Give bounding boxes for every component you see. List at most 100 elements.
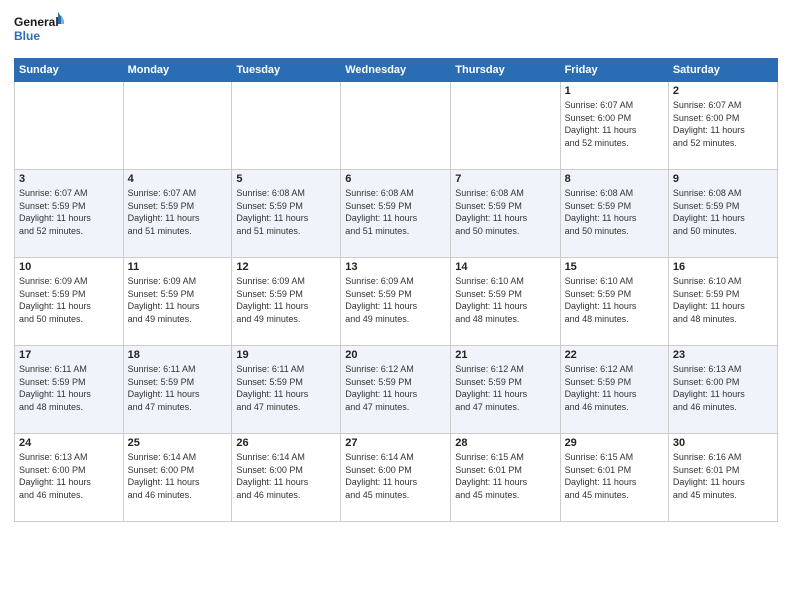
calendar-cell: 17 Sunrise: 6:11 AM Sunset: 5:59 PM Dayli… (15, 346, 124, 434)
calendar-cell: 30Sunrise: 6:16 AM Sunset: 6:01 PM Dayli… (668, 434, 777, 522)
logo-svg: General Blue (14, 10, 64, 50)
weekday-header-saturday: Saturday (668, 59, 777, 82)
day-info: Sunrise: 6:07 AM Sunset: 6:00 PM Dayligh… (673, 99, 773, 149)
day-info: Sunrise: 6:11 AM Sunset: 5:59 PM Dayligh… (19, 363, 119, 413)
day-info: Sunrise: 6:11 AM Sunset: 5:59 PM Dayligh… (236, 363, 336, 413)
weekday-header-thursday: Thursday (451, 59, 560, 82)
day-number: 25 (128, 437, 228, 449)
calendar-cell: 16Sunrise: 6:10 AM Sunset: 5:59 PM Dayli… (668, 258, 777, 346)
day-info: Sunrise: 6:12 AM Sunset: 5:59 PM Dayligh… (345, 363, 446, 413)
day-info: Sunrise: 6:08 AM Sunset: 5:59 PM Dayligh… (455, 187, 555, 237)
day-info: Sunrise: 6:15 AM Sunset: 6:01 PM Dayligh… (455, 451, 555, 501)
calendar-cell (123, 82, 232, 170)
day-info: Sunrise: 6:10 AM Sunset: 5:59 PM Dayligh… (455, 275, 555, 325)
weekday-header-wednesday: Wednesday (341, 59, 451, 82)
day-number: 21 (455, 349, 555, 361)
weekday-header-friday: Friday (560, 59, 668, 82)
calendar-cell (232, 82, 341, 170)
calendar-cell: 28 Sunrise: 6:15 AM Sunset: 6:01 PM Dayli… (451, 434, 560, 522)
day-info: Sunrise: 6:14 AM Sunset: 6:00 PM Dayligh… (345, 451, 446, 501)
calendar-cell: 15Sunrise: 6:10 AM Sunset: 5:59 PM Dayli… (560, 258, 668, 346)
header: General Blue (14, 10, 778, 50)
calendar-cell (341, 82, 451, 170)
week-row-3: 10 Sunrise: 6:09 AM Sunset: 5:59 PM Dayli… (15, 258, 778, 346)
svg-text:General: General (14, 15, 59, 29)
day-info: Sunrise: 6:12 AM Sunset: 5:59 PM Dayligh… (455, 363, 555, 413)
calendar-cell: 6 Sunrise: 6:08 AM Sunset: 5:59 PM Daylig… (341, 170, 451, 258)
calendar-cell: 1Sunrise: 6:07 AM Sunset: 6:00 PM Daylig… (560, 82, 668, 170)
calendar-cell: 29 Sunrise: 6:15 AM Sunset: 6:01 PM Dayli… (560, 434, 668, 522)
calendar-cell: 13Sunrise: 6:09 AM Sunset: 5:59 PM Dayli… (341, 258, 451, 346)
calendar-cell: 4 Sunrise: 6:07 AM Sunset: 5:59 PM Daylig… (123, 170, 232, 258)
calendar-cell: 14 Sunrise: 6:10 AM Sunset: 5:59 PM Dayli… (451, 258, 560, 346)
calendar-cell: 18 Sunrise: 6:11 AM Sunset: 5:59 PM Dayli… (123, 346, 232, 434)
calendar-cell: 19 Sunrise: 6:11 AM Sunset: 5:59 PM Dayli… (232, 346, 341, 434)
calendar-cell: 7 Sunrise: 6:08 AM Sunset: 5:59 PM Daylig… (451, 170, 560, 258)
calendar-cell: 12 Sunrise: 6:09 AM Sunset: 5:59 PM Dayli… (232, 258, 341, 346)
calendar-cell: 5Sunrise: 6:08 AM Sunset: 5:59 PM Daylig… (232, 170, 341, 258)
day-number: 27 (345, 437, 446, 449)
day-number: 4 (128, 173, 228, 185)
week-row-4: 17 Sunrise: 6:11 AM Sunset: 5:59 PM Dayli… (15, 346, 778, 434)
calendar-cell: 23 Sunrise: 6:13 AM Sunset: 6:00 PM Dayli… (668, 346, 777, 434)
day-info: Sunrise: 6:11 AM Sunset: 5:59 PM Dayligh… (128, 363, 228, 413)
day-number: 1 (565, 85, 664, 97)
day-number: 11 (128, 261, 228, 273)
day-number: 29 (565, 437, 664, 449)
day-number: 18 (128, 349, 228, 361)
day-number: 13 (345, 261, 446, 273)
day-number: 16 (673, 261, 773, 273)
page: General Blue SundayMondayTuesdayWednesda… (0, 0, 792, 612)
calendar-cell: 2 Sunrise: 6:07 AM Sunset: 6:00 PM Daylig… (668, 82, 777, 170)
weekday-header-monday: Monday (123, 59, 232, 82)
day-info: Sunrise: 6:07 AM Sunset: 5:59 PM Dayligh… (128, 187, 228, 237)
day-number: 28 (455, 437, 555, 449)
calendar-cell: 9Sunrise: 6:08 AM Sunset: 5:59 PM Daylig… (668, 170, 777, 258)
day-number: 10 (19, 261, 119, 273)
day-number: 5 (236, 173, 336, 185)
weekday-header-sunday: Sunday (15, 59, 124, 82)
calendar-cell: 3 Sunrise: 6:07 AM Sunset: 5:59 PM Daylig… (15, 170, 124, 258)
day-info: Sunrise: 6:14 AM Sunset: 6:00 PM Dayligh… (128, 451, 228, 501)
day-number: 23 (673, 349, 773, 361)
day-number: 7 (455, 173, 555, 185)
day-info: Sunrise: 6:08 AM Sunset: 5:59 PM Dayligh… (673, 187, 773, 237)
day-number: 6 (345, 173, 446, 185)
day-number: 15 (565, 261, 664, 273)
day-info: Sunrise: 6:08 AM Sunset: 5:59 PM Dayligh… (345, 187, 446, 237)
calendar-cell: 26 Sunrise: 6:14 AM Sunset: 6:00 PM Dayli… (232, 434, 341, 522)
day-info: Sunrise: 6:09 AM Sunset: 5:59 PM Dayligh… (19, 275, 119, 325)
day-number: 30 (673, 437, 773, 449)
day-info: Sunrise: 6:08 AM Sunset: 5:59 PM Dayligh… (565, 187, 664, 237)
calendar-cell: 27 Sunrise: 6:14 AM Sunset: 6:00 PM Dayli… (341, 434, 451, 522)
day-info: Sunrise: 6:09 AM Sunset: 5:59 PM Dayligh… (236, 275, 336, 325)
calendar-cell: 21 Sunrise: 6:12 AM Sunset: 5:59 PM Dayli… (451, 346, 560, 434)
day-number: 8 (565, 173, 664, 185)
day-info: Sunrise: 6:14 AM Sunset: 6:00 PM Dayligh… (236, 451, 336, 501)
week-row-1: 1 Sunrise: 6:07 AM Sunset: 6:00 PM Daylig… (15, 82, 778, 170)
calendar-cell: 25 Sunrise: 6:14 AM Sunset: 6:00 PM Dayli… (123, 434, 232, 522)
calendar-cell: 24 Sunrise: 6:13 AM Sunset: 6:00 PM Dayli… (15, 434, 124, 522)
day-number: 14 (455, 261, 555, 273)
day-info: Sunrise: 6:12 AM Sunset: 5:59 PM Dayligh… (565, 363, 664, 413)
day-info: Sunrise: 6:09 AM Sunset: 5:59 PM Dayligh… (128, 275, 228, 325)
day-number: 19 (236, 349, 336, 361)
day-number: 12 (236, 261, 336, 273)
day-number: 22 (565, 349, 664, 361)
day-number: 17 (19, 349, 119, 361)
day-info: Sunrise: 6:13 AM Sunset: 6:00 PM Dayligh… (19, 451, 119, 501)
day-info: Sunrise: 6:15 AM Sunset: 6:01 PM Dayligh… (565, 451, 664, 501)
week-row-5: 24 Sunrise: 6:13 AM Sunset: 6:00 PM Dayli… (15, 434, 778, 522)
day-number: 3 (19, 173, 119, 185)
calendar-cell (15, 82, 124, 170)
day-number: 2 (673, 85, 773, 97)
day-info: Sunrise: 6:07 AM Sunset: 5:59 PM Dayligh… (19, 187, 119, 237)
calendar-body: 1 Sunrise: 6:07 AM Sunset: 6:00 PM Daylig… (15, 82, 778, 522)
day-number: 24 (19, 437, 119, 449)
calendar-cell: 8 Sunrise: 6:08 AM Sunset: 5:59 PM Daylig… (560, 170, 668, 258)
weekday-header-tuesday: Tuesday (232, 59, 341, 82)
day-number: 26 (236, 437, 336, 449)
day-info: Sunrise: 6:13 AM Sunset: 6:00 PM Dayligh… (673, 363, 773, 413)
calendar-cell: 10 Sunrise: 6:09 AM Sunset: 5:59 PM Dayli… (15, 258, 124, 346)
calendar-cell (451, 82, 560, 170)
